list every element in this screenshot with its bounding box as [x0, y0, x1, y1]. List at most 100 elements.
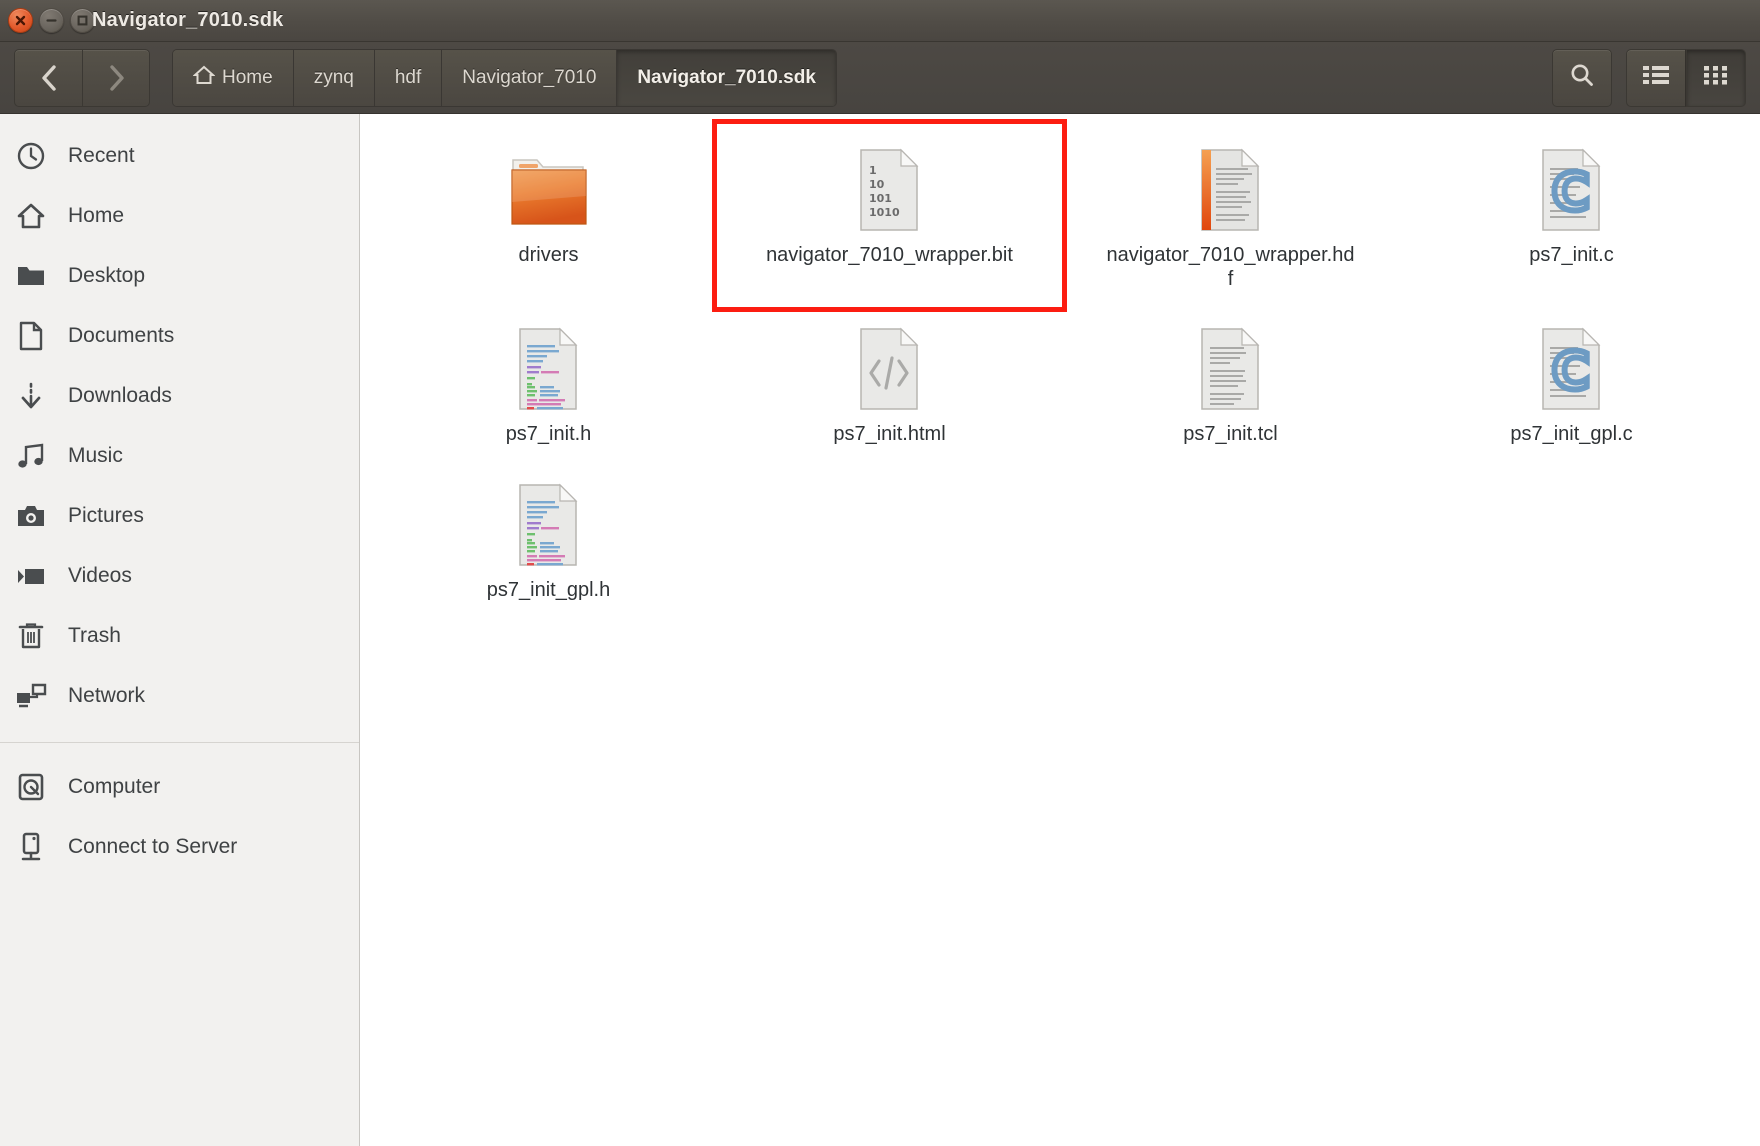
sidebar-item-recent[interactable]: Recent: [0, 126, 359, 186]
icon-grid: drivers 1 10 101 1010 navigator_7010_wra…: [360, 114, 1760, 616]
sidebar-item-trash[interactable]: Trash: [0, 606, 359, 666]
text-file-icon: [1196, 319, 1266, 413]
close-icon[interactable]: [8, 8, 33, 33]
document-icon: [14, 319, 48, 353]
sidebar-item-label: Downloads: [68, 384, 172, 407]
grid-view-button[interactable]: [1686, 48, 1746, 107]
navigation-buttons: [14, 48, 150, 107]
folder-icon: [14, 259, 48, 293]
list-view-icon: [1642, 64, 1670, 91]
file-item-ps7-init-html[interactable]: ps7_init.html: [719, 305, 1060, 461]
forward-button[interactable]: [82, 48, 150, 107]
sidebar-item-label: Home: [68, 204, 125, 227]
breadcrumb-label: Navigator_7010.sdk: [637, 66, 816, 88]
sidebar-divider: [0, 742, 359, 743]
file-label: ps7_init.h: [505, 423, 592, 446]
breadcrumb-item-navigator7010[interactable]: Navigator_7010: [442, 49, 618, 106]
maximize-icon[interactable]: [70, 8, 95, 33]
back-button[interactable]: [14, 48, 82, 107]
window-body: Recent Home Desktop Documents Downloads …: [0, 114, 1760, 1146]
svg-text:1010: 1010: [869, 206, 900, 219]
sidebar-item-label: Computer: [68, 775, 161, 798]
camera-icon: [14, 499, 48, 533]
title-bar: Navigator_7010.sdk: [0, 0, 1760, 42]
svg-text:10: 10: [869, 178, 885, 191]
sidebar: Recent Home Desktop Documents Downloads …: [0, 114, 360, 1146]
sidebar-item-label: Videos: [68, 564, 132, 587]
header-file-icon: [514, 319, 584, 413]
file-manager-window: Navigator_7010.sdk Home zynq hdf Navigat…: [0, 0, 1760, 1146]
sidebar-item-label: Recent: [68, 144, 135, 167]
breadcrumb-item-zynq[interactable]: zynq: [293, 49, 375, 106]
breadcrumb-label: Home: [222, 66, 273, 88]
search-icon: [1568, 61, 1596, 94]
sidebar-item-home[interactable]: Home: [0, 186, 359, 246]
file-label: ps7_init.html: [833, 423, 946, 446]
window-title: Navigator_7010.sdk: [92, 9, 284, 31]
svg-text:C: C: [1551, 342, 1589, 402]
music-note-icon: [14, 439, 48, 473]
file-label: ps7_init_gpl.h: [486, 578, 611, 601]
list-view-button[interactable]: [1626, 48, 1686, 107]
sidebar-item-label: Desktop: [68, 264, 146, 287]
file-item-ps7-init-c[interactable]: C ps7_init.c: [1401, 126, 1742, 305]
file-item-ps7-init-tcl[interactable]: ps7_init.tcl: [1060, 305, 1401, 461]
file-item-ps7-init-gpl-h[interactable]: ps7_init_gpl.h: [378, 461, 719, 617]
breadcrumb-item-home[interactable]: Home: [173, 49, 294, 106]
file-label: ps7_init.c: [1529, 244, 1614, 266]
breadcrumb-item-hdf[interactable]: hdf: [374, 49, 443, 106]
file-label: ps7_init_gpl.c: [1510, 423, 1633, 446]
search-button[interactable]: [1552, 48, 1612, 107]
sidebar-item-connect-to-server[interactable]: Connect to Server: [0, 817, 359, 877]
sidebar-item-label: Connect to Server: [68, 835, 238, 858]
grid-view-icon: [1703, 64, 1729, 91]
sidebar-item-documents[interactable]: Documents: [0, 306, 359, 366]
svg-text:101: 101: [869, 192, 892, 205]
folder-icon: [503, 140, 595, 234]
toolbar: Home zynq hdf Navigator_7010 Navigator_7…: [0, 42, 1760, 114]
download-icon: [14, 379, 48, 413]
svg-text:C: C: [1551, 163, 1589, 223]
sidebar-item-label: Documents: [68, 324, 175, 347]
file-label: navigator_7010_wrapper.bit: [766, 244, 1013, 266]
file-item-navigator-7010-wrapper-hdf[interactable]: navigator_7010_wrapper.hdf: [1060, 126, 1401, 305]
home-icon: [192, 65, 216, 91]
sidebar-item-network[interactable]: Network: [0, 666, 359, 726]
view-toggle-group: [1626, 48, 1746, 107]
svg-text:1: 1: [869, 164, 877, 177]
breadcrumb-label: hdf: [394, 66, 422, 88]
clock-icon: [14, 139, 48, 173]
file-label: navigator_7010_wrapper.hdf: [1106, 244, 1355, 290]
breadcrumb-label: zynq: [313, 66, 354, 88]
network-icon: [14, 679, 48, 713]
sidebar-item-label: Network: [68, 684, 146, 707]
file-item-drivers[interactable]: drivers: [378, 126, 719, 305]
sidebar-item-desktop[interactable]: Desktop: [0, 246, 359, 306]
sidebar-item-label: Pictures: [68, 504, 144, 527]
html-file-icon: [855, 319, 925, 413]
file-label: drivers: [518, 244, 579, 266]
breadcrumb-item-navigator7010sdk[interactable]: Navigator_7010.sdk: [617, 49, 836, 106]
c-source-file-icon: C: [1537, 319, 1607, 413]
sidebar-item-computer[interactable]: Computer: [0, 757, 359, 817]
file-item-ps7-init-h[interactable]: ps7_init.h: [378, 305, 719, 461]
window-controls: [0, 8, 95, 33]
sidebar-item-downloads[interactable]: Downloads: [0, 366, 359, 426]
file-item-ps7-init-gpl-c[interactable]: C ps7_init_gpl.c: [1401, 305, 1742, 461]
sidebar-item-videos[interactable]: Videos: [0, 546, 359, 606]
header-file-icon: [514, 475, 584, 569]
sidebar-item-label: Trash: [68, 624, 121, 647]
file-item-navigator-7010-wrapper-bit[interactable]: 1 10 101 1010 navigator_7010_wrapper.bit: [712, 118, 1067, 313]
c-source-file-icon: C: [1537, 140, 1607, 234]
file-label: ps7_init.tcl: [1183, 423, 1278, 446]
sidebar-item-pictures[interactable]: Pictures: [0, 486, 359, 546]
minimize-icon[interactable]: [39, 8, 64, 33]
sidebar-item-label: Music: [68, 444, 123, 467]
hdf-file-icon: [1196, 140, 1266, 234]
hard-drive-icon: [14, 770, 48, 804]
file-list-area[interactable]: drivers 1 10 101 1010 navigator_7010_wra…: [360, 114, 1760, 1146]
trash-icon: [14, 619, 48, 653]
home-icon: [14, 199, 48, 233]
video-camera-icon: [14, 559, 48, 593]
sidebar-item-music[interactable]: Music: [0, 426, 359, 486]
